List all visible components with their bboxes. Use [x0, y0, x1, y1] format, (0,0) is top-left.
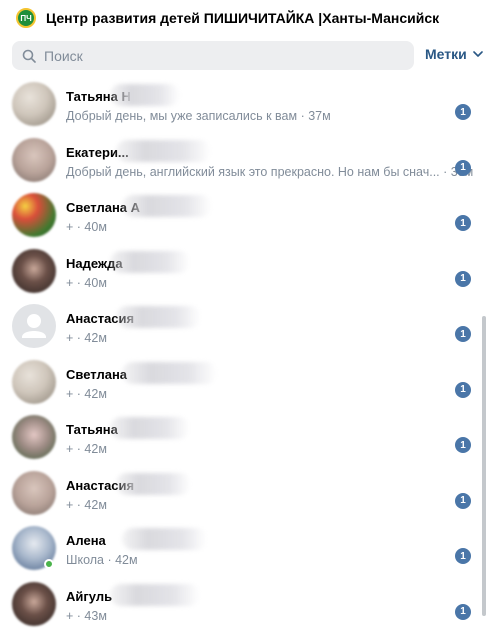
unread-badge: 1: [455, 326, 471, 342]
unread-badge: 1: [455, 159, 471, 176]
separator-dot: ·: [104, 553, 116, 567]
separator-dot: ·: [73, 386, 85, 401]
name-censor-blur: [110, 583, 200, 606]
message-preview: + · 40м: [66, 220, 107, 234]
separator-dot: ·: [297, 109, 309, 123]
name-censor-blur: [116, 472, 191, 495]
avatar[interactable]: [12, 82, 56, 126]
message-time: 37м: [308, 109, 331, 123]
avatar[interactable]: [12, 193, 56, 237]
separator-dot: ·: [73, 331, 85, 345]
separator-dot: ·: [439, 164, 451, 179]
separator-dot: ·: [73, 275, 85, 290]
message-text: Добрый день, мы уже записались к вам: [66, 109, 298, 123]
conversation-row[interactable]: Светлана А + · 40м 1: [0, 189, 476, 245]
unread-badge: 1: [455, 104, 471, 120]
avatar[interactable]: [12, 581, 56, 626]
name-censor-blur: [122, 195, 212, 217]
message-time: 42м: [84, 442, 107, 456]
message-text: Добрый день, английский язык это прекрас…: [66, 164, 440, 179]
conversation-row[interactable]: Светлана + · 42м 1: [0, 356, 476, 412]
unread-badge: 1: [455, 437, 471, 453]
name-censor-blur: [110, 250, 190, 273]
scrollbar[interactable]: [482, 316, 486, 616]
message-preview: + · 42м: [66, 387, 107, 401]
message-time: 42м: [115, 553, 138, 567]
conversation-row[interactable]: Анастасия + · 42м 1: [0, 300, 476, 356]
avatar[interactable]: [12, 248, 56, 293]
avatar[interactable]: [12, 415, 56, 459]
message-time: 43м: [84, 608, 107, 623]
avatar[interactable]: [12, 304, 56, 348]
separator-dot: ·: [73, 497, 85, 512]
avatar[interactable]: [12, 359, 56, 404]
avatar[interactable]: [12, 137, 56, 182]
labels-dropdown[interactable]: Метки: [425, 46, 483, 62]
message-time: 40м: [84, 275, 107, 290]
message-preview: Добрый день, мы уже записались к вам · 3…: [66, 109, 331, 123]
message-time: 40м: [84, 220, 107, 234]
unread-badge: 1: [455, 381, 471, 398]
user-icon: [22, 314, 46, 338]
name-censor-blur: [116, 306, 201, 328]
header: ПЧ Центр развития детей ПИШИЧИТАЙКА |Хан…: [0, 0, 488, 36]
community-logo[interactable]: ПЧ: [16, 8, 36, 28]
search-bar[interactable]: [12, 41, 414, 70]
contact-name[interactable]: Светлана: [66, 367, 127, 382]
unread-badge: 1: [455, 215, 471, 231]
community-title[interactable]: Центр развития детей ПИШИЧИТАЙКА |Ханты-…: [46, 10, 439, 26]
message-preview: + · 42м: [66, 442, 107, 456]
conversation-row[interactable]: Екатери... Добрый день, английский язык э…: [0, 134, 476, 190]
labels-label: Метки: [425, 46, 467, 62]
conversation-row[interactable]: Татьяна Н Добрый день, мы уже записались …: [0, 78, 476, 134]
message-preview: + · 43м: [66, 609, 107, 623]
search-icon: [22, 49, 36, 63]
conversation-row[interactable]: Татьяна + · 42м 1: [0, 411, 476, 467]
message-time: 42м: [84, 386, 107, 401]
message-preview: Добрый день, английский язык это прекрас…: [66, 165, 473, 179]
separator-dot: ·: [73, 220, 85, 234]
message-preview: + · 40м: [66, 276, 107, 290]
online-indicator: [44, 559, 54, 569]
name-censor-blur: [116, 139, 211, 162]
message-preview: + · 42м: [66, 331, 107, 345]
name-censor-blur: [122, 361, 217, 384]
conversation-row[interactable]: Надежда + · 40м 1: [0, 245, 476, 301]
unread-badge: 1: [455, 603, 471, 620]
avatar[interactable]: [12, 470, 56, 515]
unread-badge: 1: [455, 548, 471, 564]
contact-name[interactable]: Алена: [66, 533, 106, 548]
message-preview: + · 42м: [66, 498, 107, 512]
message-time: 42м: [84, 497, 107, 512]
unread-badge: 1: [455, 270, 471, 287]
name-censor-blur: [122, 528, 207, 550]
contact-name[interactable]: Айгуль: [66, 589, 112, 604]
conversation-row[interactable]: Анастасия + · 42м 1: [0, 467, 476, 523]
message-preview: Школа · 42м: [66, 553, 138, 567]
unread-badge: 1: [455, 492, 471, 509]
separator-dot: ·: [73, 442, 85, 456]
conversation-row[interactable]: Айгуль + · 43м 1: [0, 578, 476, 634]
search-input[interactable]: [44, 47, 384, 64]
message-text: Школа: [66, 553, 104, 567]
message-time: 42м: [84, 331, 107, 345]
name-censor-blur: [110, 84, 180, 106]
separator-dot: ·: [73, 608, 85, 623]
name-censor-blur: [110, 417, 190, 439]
conversation-row[interactable]: Алена Школа · 42м 1: [0, 522, 476, 578]
chevron-down-icon: [472, 51, 483, 57]
